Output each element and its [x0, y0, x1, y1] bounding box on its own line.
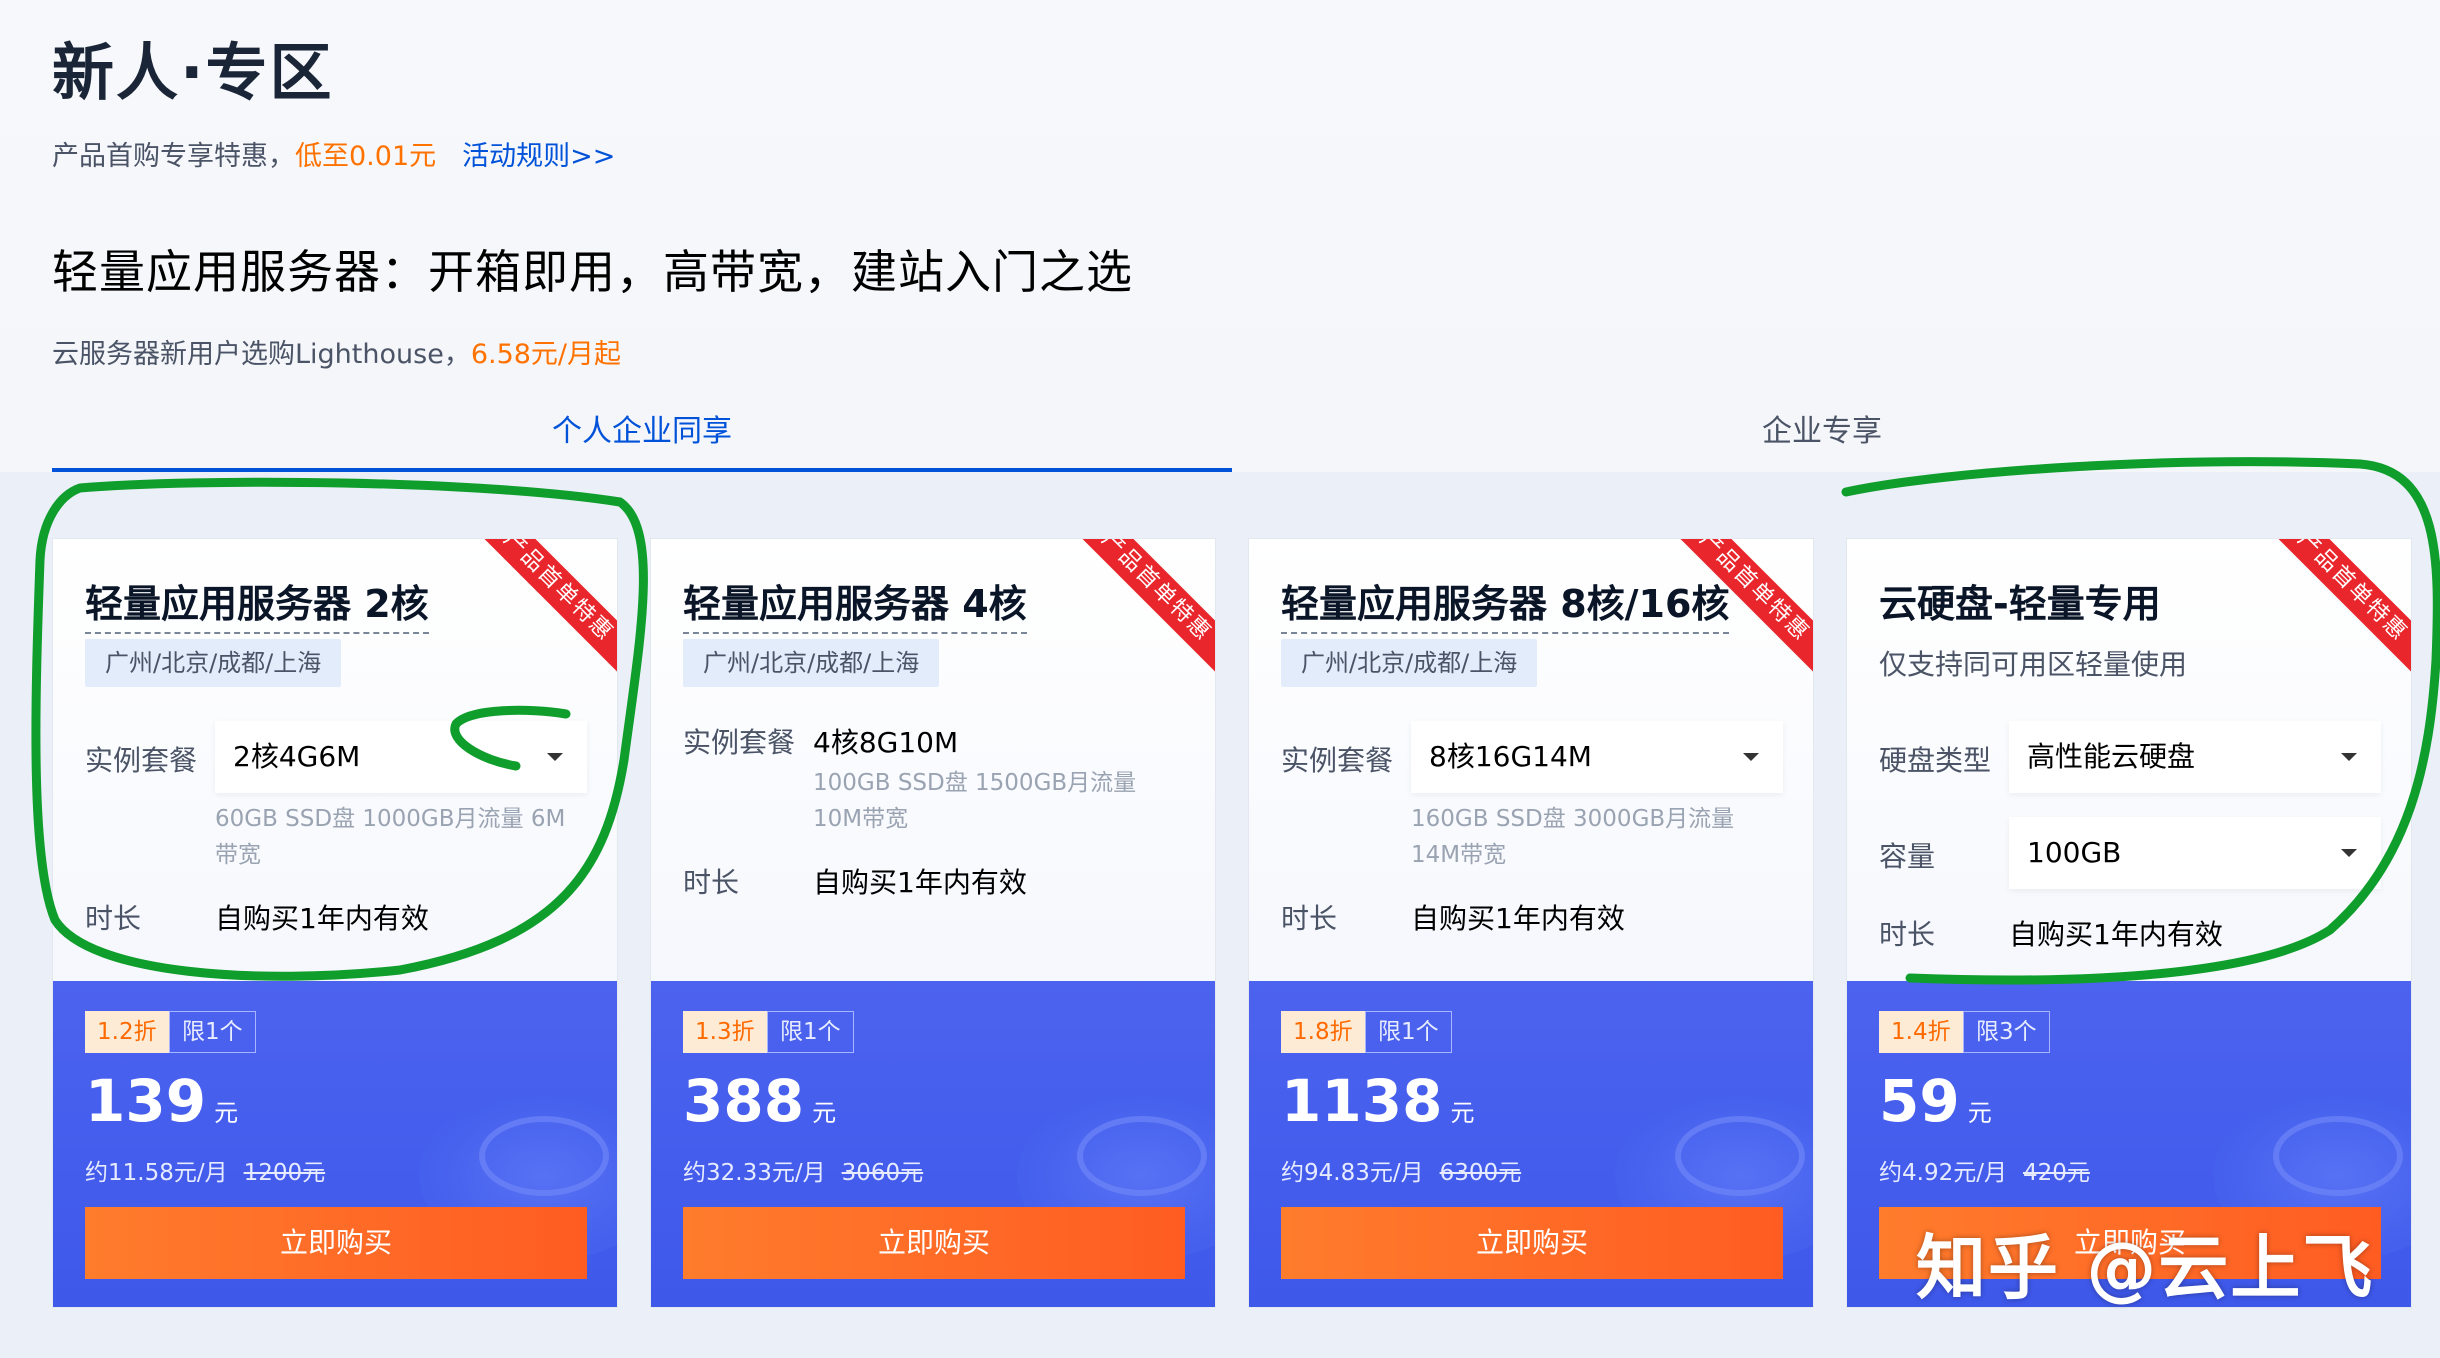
watermark: 知乎 @云上飞 — [1916, 1227, 2375, 1309]
buy-button[interactable]: 立即购买 — [683, 1207, 1185, 1279]
duration-value: 自购买1年内有效 — [813, 866, 1027, 899]
first-order-ribbon: 产品首单特惠 — [471, 539, 617, 674]
disk-type-label: 硬盘类型 — [1879, 744, 1992, 777]
price-value: 1138 — [1281, 1067, 1443, 1135]
price: 1138 元 — [1281, 1067, 1474, 1135]
price: 388 元 — [683, 1067, 836, 1135]
tab-personal-enterprise[interactable]: 个人企业同享 — [52, 392, 1232, 472]
capacity-value: 100GB — [2027, 836, 2122, 869]
package-label: 实例套餐 — [85, 744, 198, 777]
discount-badge: 1.2折 — [85, 1011, 169, 1053]
duration-value: 自购买1年内有效 — [2009, 918, 2223, 951]
chevron-down-icon — [1743, 753, 1759, 761]
original-price: 420元 — [2022, 1160, 2090, 1186]
region-tag: 广州/北京/成都/上海 — [85, 639, 342, 687]
price-unit: 元 — [1450, 1099, 1475, 1127]
disk-decoration-ring — [1077, 1116, 1207, 1196]
monthly-price: 约94.83元/月 — [1281, 1160, 1424, 1186]
limit-badge: 限1个 — [767, 1011, 854, 1053]
duration-value: 自购买1年内有效 — [1411, 902, 1625, 935]
capacity-label: 容量 — [1879, 840, 1936, 873]
subtitle-highlight: 低至0.01元 — [295, 141, 437, 172]
disk-decoration-ring — [479, 1116, 609, 1196]
promo-subtitle: 云服务器新用户选购Lighthouse，6.58元/月起 — [52, 332, 621, 371]
discount-badge: 1.4折 — [1879, 1011, 1963, 1053]
discount-badge: 1.3折 — [683, 1011, 767, 1053]
price-unit: 元 — [214, 1099, 239, 1127]
duration-label: 时长 — [85, 902, 142, 935]
package-label: 实例套餐 — [1281, 744, 1394, 777]
price-panel: 1.2折 限1个 139 元 约11.58元/月 1200元 立即购买 — [53, 981, 617, 1307]
product-card-lighthouse-4c: 产品首单特惠 轻量应用服务器 4核 广州/北京/成都/上海 实例套餐 4核8G1… — [650, 538, 1216, 1308]
price-per-month: 约94.83元/月 6300元 — [1281, 1153, 1521, 1187]
monthly-price: 约32.33元/月 — [683, 1160, 826, 1186]
price: 139 元 — [85, 1067, 238, 1135]
card-title[interactable]: 轻量应用服务器 2核 — [85, 573, 429, 634]
first-order-ribbon: 产品首单特惠 — [2265, 539, 2411, 674]
limit-badge: 限1个 — [1365, 1011, 1452, 1053]
region-tag: 广州/北京/成都/上海 — [683, 639, 940, 687]
original-price: 3060元 — [841, 1160, 924, 1186]
disk-decoration-ring — [2273, 1116, 2403, 1196]
price-per-month: 约11.58元/月 1200元 — [85, 1153, 325, 1187]
promo-sub-highlight: 6.58元/月起 — [470, 339, 622, 370]
price-value: 59 — [1879, 1067, 1960, 1135]
disk-type-value: 高性能云硬盘 — [2027, 740, 2196, 773]
monthly-price: 约11.58元/月 — [85, 1160, 228, 1186]
spec-note: 60GB SSD盘 1000GB月流量 6M带宽 — [215, 806, 566, 868]
chevron-down-icon — [547, 753, 563, 761]
page-title: 新人·专区 — [52, 36, 334, 109]
rules-link[interactable]: 活动规则>> — [462, 141, 615, 172]
card-title: 云硬盘-轻量专用 — [1879, 582, 2161, 626]
region-tag: 广州/北京/成都/上海 — [1281, 639, 1538, 687]
product-card-lighthouse-2c: 产品首单特惠 轻量应用服务器 2核 广州/北京/成都/上海 实例套餐 2核4G6… — [52, 538, 618, 1308]
first-order-ribbon: 产品首单特惠 — [1069, 539, 1215, 674]
limit-badge: 限1个 — [169, 1011, 256, 1053]
discount-badge: 1.8折 — [1281, 1011, 1365, 1053]
price: 59 元 — [1879, 1067, 1992, 1135]
page-subtitle: 产品首购专享特惠，低至0.01元 活动规则>> — [52, 134, 615, 173]
subtitle-text: 产品首购专享特惠， — [52, 141, 295, 172]
duration-label: 时长 — [1281, 902, 1338, 935]
price-unit: 元 — [1967, 1099, 1992, 1127]
original-price: 6300元 — [1439, 1160, 1522, 1186]
original-price: 1200元 — [243, 1160, 326, 1186]
duration-value: 自购买1年内有效 — [215, 902, 429, 935]
card-description: 仅支持同可用区轻量使用 — [1879, 648, 2188, 681]
price-panel: 1.8折 限1个 1138 元 约94.83元/月 6300元 立即购买 — [1249, 981, 1813, 1307]
capacity-select[interactable]: 100GB — [2009, 817, 2381, 889]
promo-heading: 轻量应用服务器：开箱即用，高带宽，建站入门之选 — [52, 245, 1133, 299]
chevron-down-icon — [2341, 849, 2357, 857]
disk-decoration-ring — [1675, 1116, 1805, 1196]
buy-button[interactable]: 立即购买 — [85, 1207, 587, 1279]
monthly-price: 约4.92元/月 — [1879, 1160, 2007, 1186]
price-per-month: 约32.33元/月 3060元 — [683, 1153, 923, 1187]
package-select[interactable]: 8核16G14M — [1411, 721, 1783, 793]
card-title[interactable]: 轻量应用服务器 8核/16核 — [1281, 573, 1730, 634]
package-value: 4核8G10M — [813, 726, 959, 759]
price-per-month: 约4.92元/月 420元 — [1879, 1153, 2090, 1187]
package-select-value: 2核4G6M — [233, 740, 361, 773]
disk-type-select[interactable]: 高性能云硬盘 — [2009, 721, 2381, 793]
price-value: 139 — [85, 1067, 207, 1135]
product-card-cloud-disk: 产品首单特惠 云硬盘-轻量专用 仅支持同可用区轻量使用 硬盘类型 高性能云硬盘 … — [1846, 538, 2412, 1308]
price-panel: 1.3折 限1个 388 元 约32.33元/月 3060元 立即购买 — [651, 981, 1215, 1307]
spec-note: 100GB SSD盘 1500GB月流量 10M带宽 — [813, 770, 1137, 832]
limit-badge: 限3个 — [1963, 1011, 2050, 1053]
duration-label: 时长 — [683, 866, 740, 899]
chevron-down-icon — [2341, 753, 2357, 761]
tab-enterprise-only[interactable]: 企业专享 — [1232, 392, 2412, 472]
price-unit: 元 — [812, 1099, 837, 1127]
package-select-value: 8核16G14M — [1429, 740, 1592, 773]
tab-bar: 个人企业同享 企业专享 — [52, 392, 2440, 472]
duration-label: 时长 — [1879, 918, 1936, 951]
spec-note: 160GB SSD盘 3000GB月流量 14M带宽 — [1411, 806, 1735, 868]
package-label: 实例套餐 — [683, 726, 796, 759]
promo-sub-text: 云服务器新用户选购Lighthouse， — [52, 339, 471, 370]
package-select[interactable]: 2核4G6M — [215, 721, 587, 793]
card-title[interactable]: 轻量应用服务器 4核 — [683, 573, 1027, 634]
product-card-lighthouse-8c: 产品首单特惠 轻量应用服务器 8核/16核 广州/北京/成都/上海 实例套餐 8… — [1248, 538, 1814, 1308]
buy-button[interactable]: 立即购买 — [1281, 1207, 1783, 1279]
price-value: 388 — [683, 1067, 805, 1135]
